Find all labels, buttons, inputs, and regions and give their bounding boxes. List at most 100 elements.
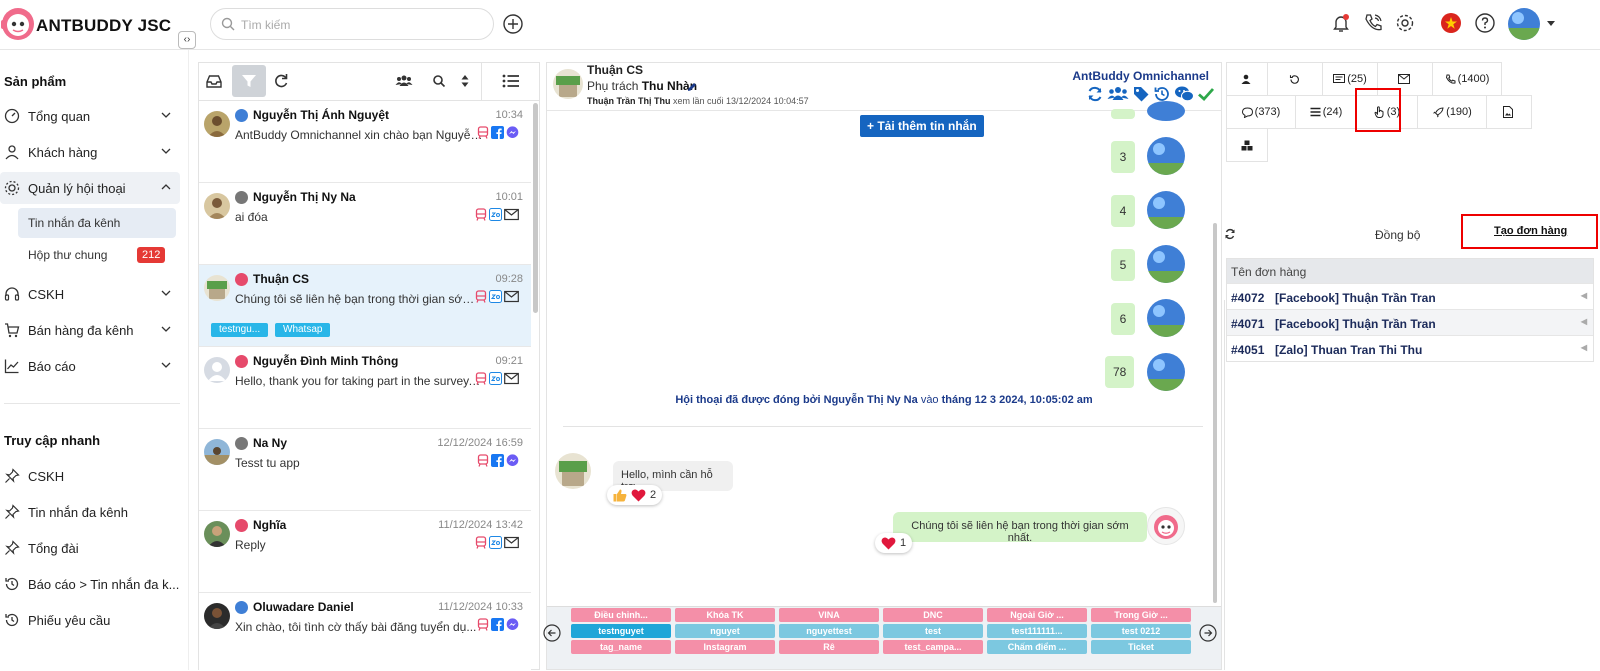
tab-email[interactable] <box>1377 62 1433 96</box>
quick-tag[interactable]: test 0212 <box>1091 624 1191 638</box>
conversation-item[interactable]: Na Ny 12/12/2024 16:59 Tesst tu app <box>199 429 531 511</box>
conversation-item[interactable]: Nguyễn Đình Minh Thông 09:21 Hello, than… <box>199 347 531 429</box>
search-input[interactable] <box>241 15 481 35</box>
quick-tag[interactable]: Ticket <box>1091 640 1191 654</box>
tab-notes[interactable]: (24) <box>1295 95 1357 129</box>
settings-gear-icon[interactable] <box>1394 12 1416 34</box>
search-icon[interactable] <box>431 72 447 90</box>
conversation-item[interactable]: Nguyễn Thị Ny Na 10:01 ai đóa <box>199 183 531 265</box>
sidebar-item-conversations[interactable]: Quản lý hội thoại <box>0 172 180 204</box>
tab-chats[interactable]: (373) <box>1226 95 1296 129</box>
sidebar-subitem-multichannel[interactable]: Tin nhắn đa kênh <box>18 208 176 238</box>
chat-assignee: Phụ trách Thu Nhàn <box>587 79 697 93</box>
quick-tag[interactable]: Ngoài Giờ ... <box>987 608 1087 622</box>
quick-item-switchboard[interactable]: Tổng đài <box>0 532 180 564</box>
quick-tag[interactable]: DNC <box>883 608 983 622</box>
conversation-tag[interactable]: Whatsap <box>275 323 331 337</box>
message-reactions[interactable]: 2 <box>607 485 663 505</box>
sidebar-item-reports[interactable]: Báo cáo <box>0 350 180 382</box>
user-avatar[interactable] <box>1508 8 1540 40</box>
chevron-down-icon <box>161 362 171 368</box>
quick-tag[interactable]: test <box>883 624 983 638</box>
sidebar: Sản phẩm Tổng quan Khách hàng Quản lý hộ… <box>0 50 189 670</box>
sidebar-subitem-shared-inbox[interactable]: Hộp thư chung 212 <box>18 240 176 270</box>
quick-tag[interactable]: Instagram <box>675 640 775 654</box>
channel-icons <box>477 618 519 631</box>
arrow-left-icon[interactable] <box>543 624 561 642</box>
refresh-icon[interactable] <box>273 72 289 90</box>
quick-tag[interactable]: Khóa TK <box>675 608 775 622</box>
quick-tag[interactable]: Điều chỉnh... <box>571 608 671 622</box>
conversation-preview: Xin chào, tôi tình cờ thấy bài đăng tuyể… <box>235 620 477 634</box>
order-row[interactable]: #4071 [Facebook] Thuận Trần Tran ◀ <box>1227 309 1593 335</box>
conversation-scrollbar[interactable] <box>533 103 538 313</box>
sync-icon[interactable] <box>1224 228 1236 240</box>
message-reactions[interactable]: 1 <box>875 533 913 553</box>
order-row[interactable]: #4072 [Facebook] Thuận Trần Tran ◀ <box>1227 283 1593 309</box>
check-resolve-icon[interactable] <box>1197 85 1215 103</box>
quick-tag[interactable]: VINA <box>779 608 879 622</box>
list-view-button[interactable] <box>481 63 539 101</box>
tab-orders[interactable]: (3) <box>1356 95 1418 129</box>
global-search[interactable] <box>210 8 494 40</box>
load-more-button[interactable]: + Tải thêm tin nhắn <box>860 115 984 137</box>
notification-bell-icon[interactable] <box>1330 12 1352 34</box>
conversation-item-active[interactable]: Thuận CS 09:28 Chúng tôi sẽ liên hệ bạn … <box>199 265 531 347</box>
inbox-icon[interactable] <box>205 72 223 90</box>
phone-call-icon[interactable] <box>1362 12 1384 34</box>
tab-contact[interactable] <box>1226 62 1268 96</box>
tab-label: (190) <box>1446 106 1472 118</box>
chat-scrollbar[interactable] <box>1213 223 1217 603</box>
users-group-icon[interactable] <box>1107 85 1129 103</box>
sidebar-item-label: Báo cáo <box>28 359 76 374</box>
add-circle-icon[interactable] <box>502 13 524 35</box>
quick-item-tickets[interactable]: Phiếu yêu cầu <box>0 604 180 636</box>
tab-files[interactable] <box>1486 95 1532 129</box>
vietnam-flag-icon[interactable] <box>1440 12 1462 34</box>
tab-history[interactable] <box>1267 62 1323 96</box>
tab-integrations[interactable] <box>1226 128 1268 162</box>
quick-tag[interactable]: test_campa... <box>883 640 983 654</box>
chevron-down-icon <box>161 326 171 332</box>
sidebar-item-customers[interactable]: Khách hàng <box>0 136 180 168</box>
quick-item-report-multichannel[interactable]: Báo cáo > Tin nhắn đa k... <box>0 568 180 600</box>
chevron-down-icon[interactable] <box>1546 20 1556 28</box>
tag-icon[interactable] <box>1132 85 1150 103</box>
arrow-right-icon[interactable] <box>1199 624 1217 642</box>
wechat-icon[interactable] <box>1174 85 1194 103</box>
tab-campaigns[interactable]: (190) <box>1417 95 1487 129</box>
sidebar-collapse-button[interactable]: ‹› <box>178 31 196 49</box>
tab-messages[interactable]: (25) <box>1322 62 1378 96</box>
sidebar-item-label: Khách hàng <box>28 145 98 160</box>
quick-item-label: Báo cáo > Tin nhắn đa k... <box>28 577 180 592</box>
conversation-item[interactable]: Nguyễn Thị Ánh Nguyệt 10:34 AntBuddy Omn… <box>199 101 531 183</box>
users-group-icon[interactable] <box>395 72 413 90</box>
tab-calls[interactable]: (1400) <box>1432 62 1502 96</box>
quick-tag[interactable]: test111111... <box>987 624 1087 638</box>
sidebar-item-overview[interactable]: Tổng quan <box>0 100 180 132</box>
order-row[interactable]: #4051 [Zalo] Thuan Tran Thi Thu ◀ <box>1227 335 1593 361</box>
edit-pencil-icon[interactable] <box>687 82 697 92</box>
conversation-item[interactable]: Oluwadare Daniel 11/12/2024 10:33 Xin ch… <box>199 593 531 671</box>
quick-item-cskh[interactable]: CSKH <box>0 460 180 492</box>
quick-tag[interactable]: nguyettest <box>779 624 879 638</box>
quick-tag[interactable]: Trong Giờ ... <box>1091 608 1191 622</box>
conversation-item[interactable]: Nghĩa 11/12/2024 13:42 Reply <box>199 511 531 593</box>
quick-tag[interactable]: testnguyet <box>571 624 671 638</box>
sort-icon[interactable] <box>460 72 470 90</box>
quick-tag[interactable]: nguyet <box>675 624 775 638</box>
filter-button[interactable] <box>232 65 266 97</box>
quick-tag[interactable]: Chấm điểm ... <box>987 640 1087 654</box>
sidebar-item-cskh[interactable]: CSKH <box>0 278 180 310</box>
quick-tag[interactable]: Rê <box>779 640 879 654</box>
tab-label: (373) <box>1254 106 1281 118</box>
source-avatar-icon <box>235 109 248 122</box>
sidebar-item-sales[interactable]: Bán hàng đa kênh <box>0 314 180 346</box>
sync-icon[interactable] <box>1086 85 1104 103</box>
message-bubble: 78 <box>1105 356 1135 388</box>
help-icon[interactable] <box>1474 12 1496 34</box>
quick-item-multichannel[interactable]: Tin nhắn đa kênh <box>0 496 180 528</box>
conversation-tag[interactable]: testngu... <box>211 323 269 337</box>
sync-label[interactable]: Đồng bộ <box>1375 228 1420 242</box>
quick-tag[interactable]: tag_name <box>571 640 671 654</box>
